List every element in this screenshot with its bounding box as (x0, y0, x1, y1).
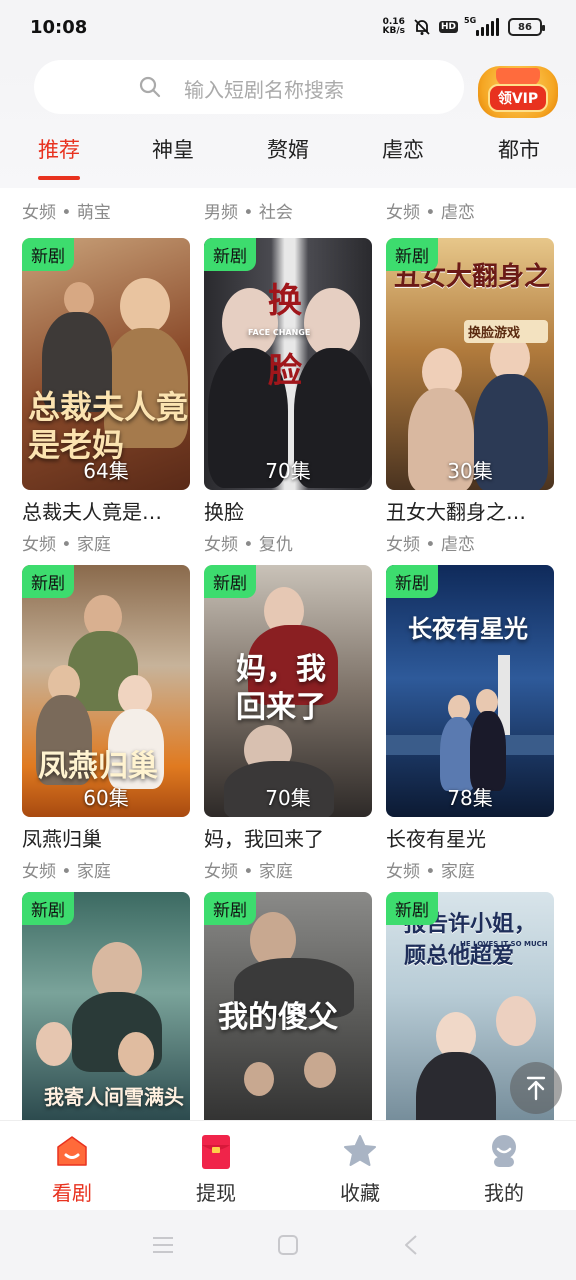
episode-count: 70集 (265, 786, 311, 810)
poster-subtitle-art: 换脸游戏 (464, 320, 548, 343)
system-nav-bar (0, 1210, 576, 1280)
new-badge: 新剧 (22, 238, 74, 271)
new-badge: 新剧 (22, 892, 74, 925)
nav-item-favorites[interactable]: 收藏 (305, 1121, 415, 1211)
poster-title-art: 我寄人间雪满头 (44, 1085, 184, 1109)
drama-poster[interactable]: 丑女大翻身之 换脸游戏 新剧 30集 (386, 238, 554, 490)
nav-label: 我的 (484, 1181, 524, 1205)
tab-active-indicator (38, 176, 80, 180)
status-time: 10:08 (30, 16, 88, 38)
tab-recommend[interactable]: 推荐 (24, 134, 94, 164)
nav-label: 收藏 (340, 1181, 380, 1205)
new-badge: 新剧 (204, 565, 256, 598)
menu-icon[interactable] (152, 1236, 174, 1254)
search-input[interactable]: 输入短剧名称搜索 (34, 60, 464, 114)
poster-title-art: 长夜有星光 (408, 614, 528, 643)
drama-feed[interactable]: 女频 • 萌宝 男频 • 社会 女频 • 虐恋 总裁夫人竟是老妈 新剧 64集 … (0, 188, 576, 1120)
hd-badge: HD (438, 21, 458, 33)
poster-title-art: 总裁夫人竟是老妈 (28, 388, 189, 464)
card-title: 丑女大翻身之… (386, 500, 526, 524)
nav-label: 提现 (196, 1181, 236, 1205)
tab-zhuixu[interactable]: 赘婿 (253, 134, 323, 164)
episode-count: 60集 (83, 786, 129, 810)
back-icon[interactable] (402, 1234, 420, 1256)
mute-bell-icon (414, 19, 430, 35)
new-badge: 新剧 (386, 565, 438, 598)
tab-shenhuang[interactable]: 神皇 (138, 134, 208, 164)
status-bar: 10:08 0.16 KB/s HD 5G 86 (0, 0, 576, 54)
nav-item-withdraw[interactable]: 提现 (161, 1121, 271, 1211)
card-title: 凤燕归巢 (22, 827, 102, 851)
card-meta: 女频 • 萌宝 (22, 203, 111, 223)
profile-icon (492, 1135, 516, 1167)
signal-icon: 5G (464, 16, 500, 36)
star-icon (344, 1135, 376, 1166)
card-meta: 女频 • 家庭 (204, 862, 293, 882)
nav-item-profile[interactable]: 我的 (449, 1121, 559, 1211)
vip-button[interactable]: 领VIP (478, 66, 558, 118)
scroll-to-top-button[interactable] (510, 1062, 562, 1114)
new-badge: 新剧 (204, 238, 256, 271)
drama-poster[interactable]: 我的傻父 新剧 (204, 892, 372, 1120)
episode-count: 64集 (83, 459, 129, 483)
drama-poster[interactable]: 凤燕归巢 新剧 60集 (22, 565, 190, 817)
red-envelope-icon (202, 1135, 230, 1169)
card-title: 总裁夫人竟是… (22, 500, 162, 524)
drama-poster[interactable]: 长夜有星光 新剧 78集 (386, 565, 554, 817)
partial-row: 女频 • 萌宝 男频 • 社会 女频 • 虐恋 (0, 188, 576, 228)
card-meta: 女频 • 虐恋 (386, 203, 475, 223)
card-title: 长夜有星光 (386, 827, 486, 851)
nav-label: 看剧 (52, 1181, 92, 1205)
card-title: 换脸 (204, 500, 244, 524)
poster-subtitle-art: HE LOVES IT SO MUCH (460, 940, 548, 948)
new-badge: 新剧 (386, 892, 438, 925)
arrow-up-icon (526, 1076, 546, 1101)
drama-poster[interactable]: 换脸 FACE CHANGE 新剧 70集 (204, 238, 372, 490)
poster-subtitle-art: FACE CHANGE (248, 328, 311, 337)
episode-count: 70集 (265, 459, 311, 483)
drama-poster[interactable]: 妈，我回来了 新剧 70集 (204, 565, 372, 817)
nav-item-watch[interactable]: 看剧 (17, 1121, 127, 1211)
card-meta: 女频 • 家庭 (22, 535, 111, 555)
poster-title-art: 妈，我回来了 (236, 652, 326, 725)
card-meta: 女频 • 复仇 (204, 535, 293, 555)
card-meta: 女频 • 家庭 (22, 862, 111, 882)
search-placeholder: 输入短剧名称搜索 (184, 78, 344, 102)
home-icon (57, 1136, 87, 1166)
poster-title-art: 我的傻父 (218, 1000, 338, 1035)
card-meta: 男频 • 社会 (204, 203, 293, 223)
poster-title-art: 凤燕归巢 (38, 749, 158, 784)
vip-label: 领VIP (487, 84, 549, 112)
new-badge: 新剧 (204, 892, 256, 925)
home-square-icon[interactable] (277, 1234, 299, 1256)
tab-dushi[interactable]: 都市 (484, 134, 554, 164)
card-meta: 女频 • 家庭 (386, 862, 475, 882)
episode-count: 30集 (447, 459, 493, 483)
card-meta: 女频 • 虐恋 (386, 535, 475, 555)
status-icons: 0.16 KB/s HD 5G 86 (382, 16, 545, 36)
network-speed: 0.16 KB/s (382, 17, 405, 36)
battery-icon: 86 (508, 18, 545, 36)
search-icon (139, 76, 161, 98)
tab-nuelian[interactable]: 虐恋 (368, 134, 438, 164)
new-badge: 新剧 (22, 565, 74, 598)
header: 输入短剧名称搜索 领VIP 推荐 神皇 赘婿 虐恋 都市 (0, 54, 576, 188)
category-tabs: 推荐 神皇 赘婿 虐恋 都市 (0, 134, 576, 184)
drama-poster[interactable]: 总裁夫人竟是老妈 新剧 64集 (22, 238, 190, 490)
new-badge: 新剧 (386, 238, 438, 271)
episode-count: 78集 (447, 786, 493, 810)
card-title: 妈，我回来了 (204, 827, 324, 851)
bottom-nav: 看剧 提现 收藏 我的 (0, 1120, 576, 1210)
drama-poster[interactable]: 我寄人间雪满头 新剧 (22, 892, 190, 1120)
